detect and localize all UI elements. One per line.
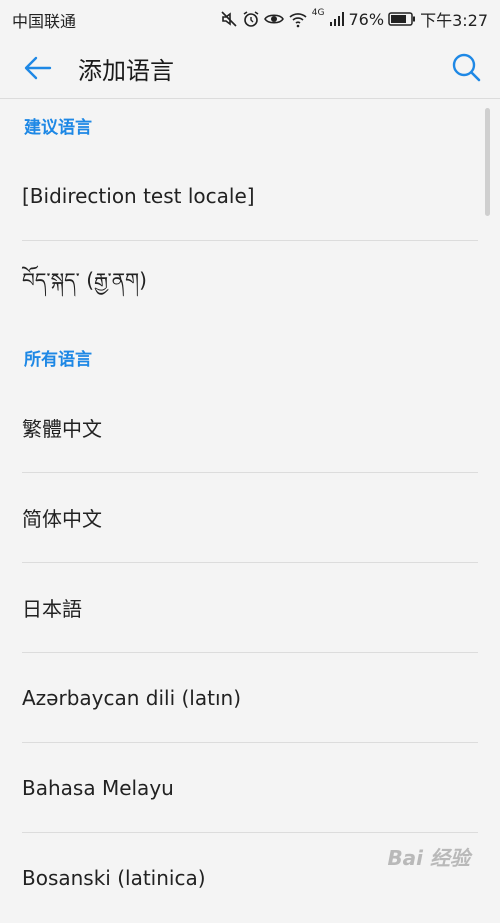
language-item[interactable]: 日本語 xyxy=(22,563,478,653)
section-header-all: 所有语言 xyxy=(24,349,92,370)
clock: 下午3:27 xyxy=(420,11,488,30)
language-list: 建议语言 [Bidirection test locale] བོད་སྐད་ … xyxy=(0,99,500,923)
eye-icon xyxy=(263,14,284,24)
language-item[interactable]: 繁體中文 xyxy=(22,383,478,473)
status-bar: 中国联通 4G 76% 下午3:27 xyxy=(0,0,500,36)
section-header-suggested: 建议语言 xyxy=(24,117,92,138)
battery-percent: 76% xyxy=(348,9,385,29)
arrow-left-icon xyxy=(24,56,52,80)
status-icons: 4G 76% 下午3:27 xyxy=(220,7,488,31)
search-icon xyxy=(452,53,481,82)
wifi-icon xyxy=(289,13,307,28)
search-button[interactable] xyxy=(450,51,482,83)
network-type: 4G xyxy=(311,8,325,18)
language-item[interactable]: 简体中文 xyxy=(22,473,478,563)
mute-icon xyxy=(221,11,237,27)
language-item[interactable]: བོད་སྐད་ (རྒྱ་ནག) xyxy=(22,241,478,331)
app-bar: 添加语言 xyxy=(0,36,500,99)
battery-icon xyxy=(388,12,416,26)
language-item[interactable]: Bahasa Melayu xyxy=(22,743,478,833)
language-item[interactable]: Azərbaycan dili (latın) xyxy=(22,653,478,743)
alarm-icon xyxy=(243,11,259,27)
back-button[interactable] xyxy=(22,52,54,84)
page-title: 添加语言 xyxy=(78,57,174,85)
watermark-logo: Bai 经验 xyxy=(387,846,470,870)
signal-icon xyxy=(329,12,344,26)
carrier-label: 中国联通 xyxy=(12,12,77,31)
language-item[interactable]: [Bidirection test locale] xyxy=(22,151,478,241)
